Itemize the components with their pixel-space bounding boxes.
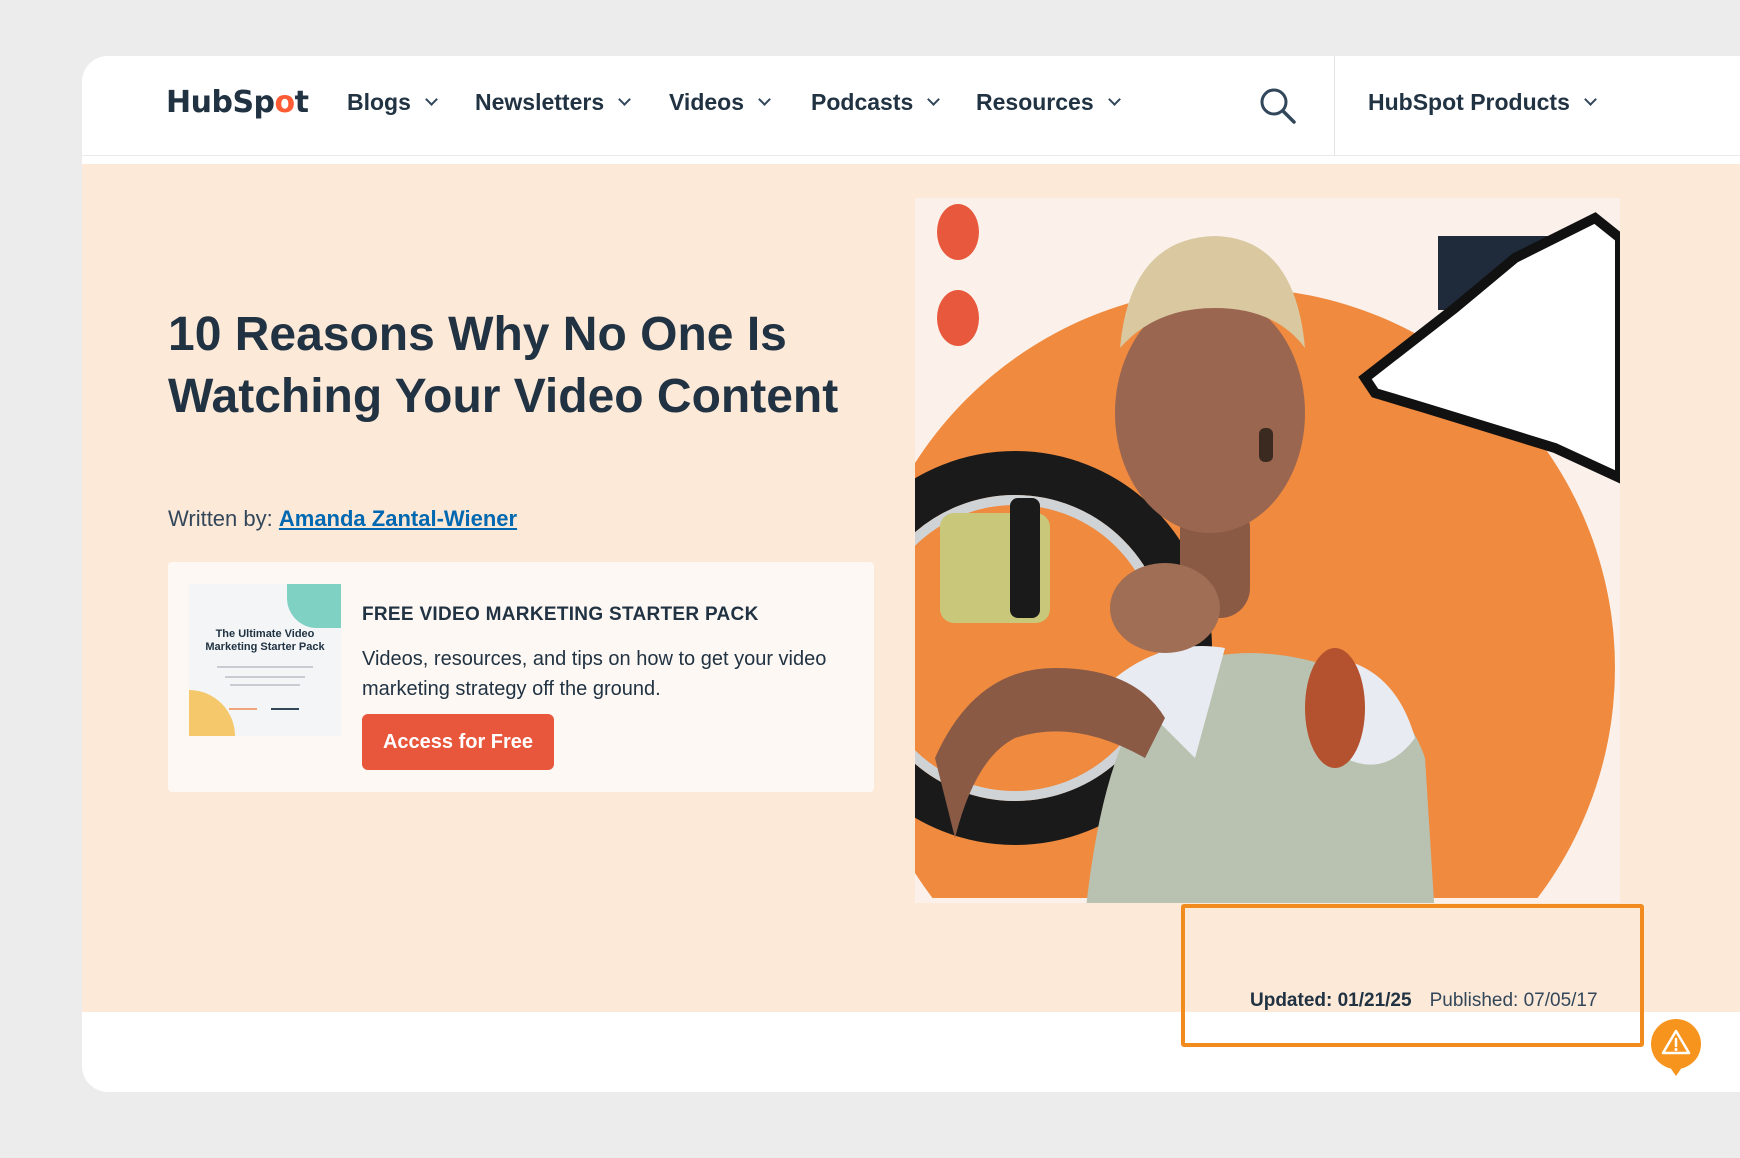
author-link[interactable]: Amanda Zantal-Wiener: [279, 506, 517, 531]
published-date: Published: 07/05/17: [1429, 990, 1598, 1011]
thumbnail-title: The Ultimate Video Marketing Starter Pac…: [205, 628, 325, 653]
logo-sprocket: o: [274, 85, 296, 120]
nav-item-resources[interactable]: Resources: [976, 89, 1121, 116]
offer-card: The Ultimate Video Marketing Starter Pac…: [168, 562, 874, 792]
updated-date: Updated: 01/21/25: [1250, 990, 1412, 1011]
nav-item-label: Podcasts: [811, 89, 914, 115]
logo-text-end: t: [294, 85, 309, 120]
access-for-free-button[interactable]: Access for Free: [362, 714, 554, 770]
page-card: HubSpot Blogs Newsletters Videos Podcast…: [82, 56, 1740, 1092]
article-dates: Updated: 01/21/25 Published: 07/05/17: [1250, 990, 1598, 1012]
report-issue-button[interactable]: [1650, 1018, 1702, 1080]
nav-item-label: HubSpot Products: [1368, 89, 1570, 115]
search-icon: [1260, 88, 1296, 124]
top-navigation: HubSpot Blogs Newsletters Videos Podcast…: [82, 56, 1740, 156]
logo-text: HubSp: [166, 85, 275, 120]
featured-image: [915, 198, 1620, 903]
offer-description: Videos, resources, and tips on how to ge…: [362, 648, 827, 700]
nav-item-label: Videos: [669, 89, 744, 115]
warning-icon: [1651, 1019, 1701, 1076]
thumbnail-decoration: [287, 584, 341, 628]
chevron-down-icon: [618, 93, 631, 106]
thumbnail-divider: [217, 666, 313, 668]
hubspot-products-menu[interactable]: HubSpot Products: [1368, 89, 1597, 116]
nav-item-label: Resources: [976, 89, 1094, 115]
byline-prefix: Written by:: [168, 506, 273, 531]
nav-item-newsletters[interactable]: Newsletters: [475, 89, 631, 116]
nav-item-videos[interactable]: Videos: [669, 89, 771, 116]
thumbnail-logo-mark: [229, 708, 257, 710]
article-title: 10 Reasons Why No One Is Watching Your V…: [168, 308, 839, 423]
nav-divider: [1334, 56, 1335, 156]
chevron-down-icon: [425, 93, 438, 106]
thumbnail-text-line: [230, 684, 300, 686]
search-button[interactable]: [1258, 86, 1298, 126]
thumbnail-decoration: [189, 690, 235, 736]
chevron-down-icon: [1107, 93, 1121, 106]
article-hero: 10 Reasons Why No One Is Watching Your V…: [82, 164, 1740, 1012]
nav-item-podcasts[interactable]: Podcasts: [811, 89, 941, 116]
chevron-down-icon: [927, 93, 941, 106]
featured-image-illustration: [915, 198, 1620, 903]
offer-thumbnail[interactable]: The Ultimate Video Marketing Starter Pac…: [189, 584, 341, 736]
chevron-down-icon: [1584, 93, 1597, 106]
nav-item-label: Blogs: [347, 89, 411, 115]
offer-heading: FREE VIDEO MARKETING STARTER PACK: [362, 604, 759, 625]
hubspot-logo[interactable]: HubSpot: [166, 85, 309, 120]
nav-item-blogs[interactable]: Blogs: [347, 89, 438, 116]
thumbnail-logo-mark: [271, 708, 299, 710]
nav-item-label: Newsletters: [475, 89, 605, 115]
thumbnail-text-line: [225, 676, 305, 678]
chevron-down-icon: [758, 93, 771, 106]
byline: Written by: Amanda Zantal-Wiener: [168, 506, 517, 532]
